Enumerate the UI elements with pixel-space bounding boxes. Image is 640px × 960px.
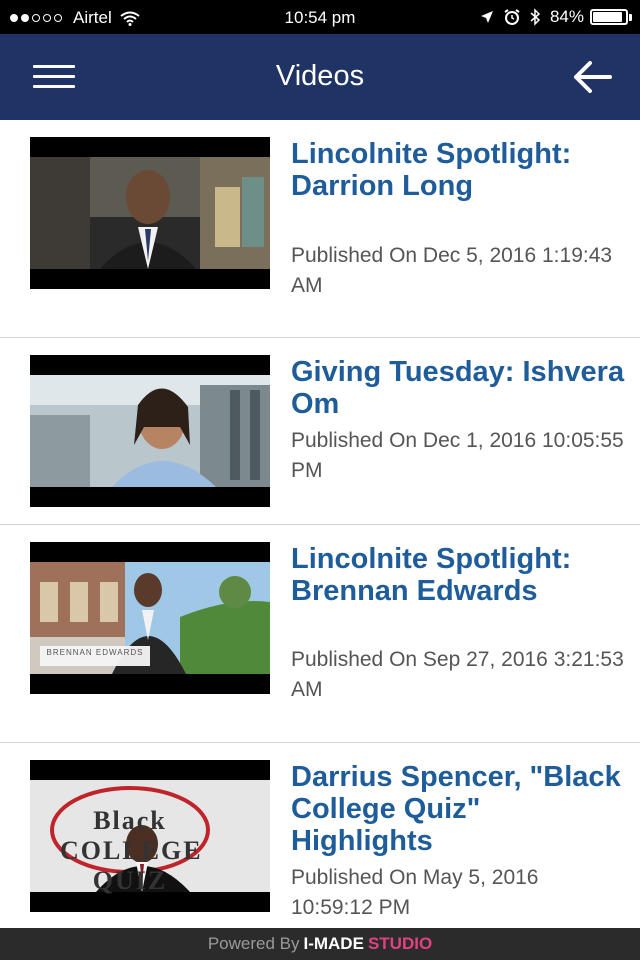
brand-secondary[interactable]: STUDIO [368, 934, 432, 953]
video-list-item[interactable]: Black COLLEGE QUIZ Darrius Spencer, "Bla… [0, 743, 640, 928]
battery-percent: 84% [549, 7, 584, 26]
thumbnail-image [30, 375, 270, 487]
powered-by-label: Powered By [207, 934, 300, 953]
page-title: Videos [275, 60, 365, 92]
thumbnail-caption: BRENNAN EDWARDS [46, 648, 144, 657]
video-thumbnail[interactable] [30, 355, 270, 507]
video-thumbnail[interactable] [30, 137, 270, 289]
video-published-date: Published On May 5, 2016 10:59:12 PM [291, 866, 539, 919]
thumbnail-image [30, 562, 270, 674]
video-list-item[interactable]: Lincolnite Spotlight: Darrion Long Publi… [0, 120, 640, 338]
video-published-date: Published On Dec 1, 2016 10:05:55 PM [291, 429, 624, 482]
brand-primary[interactable]: I-MADE [303, 934, 363, 953]
video-thumbnail[interactable]: Black COLLEGE QUIZ [30, 760, 270, 912]
video-published-date: Published On Sep 27, 2016 3:21:53 AM [291, 648, 624, 701]
status-bar: Airtel 10:54 pm 84% [0, 0, 640, 34]
video-list-item[interactable]: BRENNAN EDWARDS Lincolnite Spotlight: Br… [0, 525, 640, 743]
video-list: Lincolnite Spotlight: Darrion Long Publi… [0, 120, 640, 928]
thumbnail-image [30, 157, 270, 269]
arrow-left-icon[interactable] [572, 61, 612, 93]
video-list-item[interactable]: Giving Tuesday: Ishvera Om Published On … [0, 338, 640, 525]
thumbnail-caption: Black COLLEGE QUIZ [60, 806, 203, 895]
video-title[interactable]: Lincolnite Spotlight: Darrion Long [291, 138, 626, 202]
footer: Powered By I-MADE STUDIO [0, 928, 640, 960]
alarm-clock-icon [504, 9, 520, 25]
video-title[interactable]: Darrius Spencer, "Black College Quiz" Hi… [291, 761, 626, 857]
video-thumbnail[interactable]: BRENNAN EDWARDS [30, 542, 270, 694]
video-published-date: Published On Dec 5, 2016 1:19:43 AM [291, 244, 613, 297]
status-right: 84% [480, 7, 632, 27]
battery-icon [590, 9, 628, 25]
bluetooth-icon [530, 8, 540, 26]
location-arrow-icon [480, 11, 493, 23]
app-header: Videos [0, 34, 640, 120]
video-title[interactable]: Giving Tuesday: Ishvera Om [291, 356, 626, 420]
video-title[interactable]: Lincolnite Spotlight: Brennan Edwards [291, 543, 626, 607]
battery-cap [629, 13, 632, 21]
